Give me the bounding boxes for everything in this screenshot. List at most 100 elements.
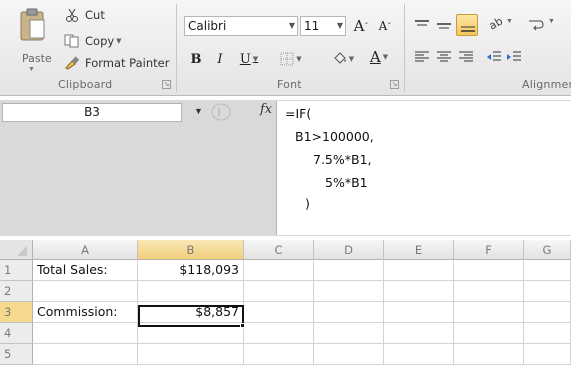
name-box-dropdown-icon[interactable]: ▼ — [194, 106, 203, 116]
cell-e4[interactable] — [384, 323, 454, 344]
align-bottom-button[interactable] — [456, 14, 478, 36]
cell-e2[interactable] — [384, 281, 454, 302]
paste-dropdown-icon[interactable]: ▼ — [28, 66, 35, 73]
cell-f3[interactable] — [454, 302, 524, 323]
formula-input[interactable]: =IF( B1>100000, 7.5%*B1, 5%*B1 ) — [276, 101, 571, 235]
cell-c2[interactable] — [244, 281, 314, 302]
cell-d4[interactable] — [314, 323, 384, 344]
underline-label: U — [239, 51, 251, 67]
wrap-text-icon[interactable] — [528, 18, 544, 32]
insert-function-button[interactable]: fx — [260, 102, 272, 117]
copy-button[interactable]: Copy ▼ — [64, 32, 122, 50]
formula-line: 5%*B1 — [325, 175, 368, 190]
cell-a1[interactable]: Total Sales: — [33, 260, 138, 281]
align-center-icon[interactable] — [436, 50, 452, 64]
italic-button[interactable]: I — [210, 48, 230, 70]
underline-button[interactable]: U ▼ — [234, 48, 264, 70]
cell-e3[interactable] — [384, 302, 454, 323]
borders-button[interactable]: ▼ — [276, 48, 306, 70]
column-header-e[interactable]: E — [384, 240, 454, 260]
borders-dropdown-icon[interactable]: ▼ — [296, 55, 301, 63]
cell-a3[interactable]: Commission: — [33, 302, 138, 323]
cell-b1[interactable]: $118,093 — [138, 260, 244, 281]
column-header-g[interactable]: G — [524, 240, 571, 260]
cell-f5[interactable] — [454, 344, 524, 365]
font-name-dropdown-icon[interactable]: ▼ — [289, 17, 295, 35]
cell-e5[interactable] — [384, 344, 454, 365]
cell-f1[interactable] — [454, 260, 524, 281]
group-divider — [176, 4, 177, 92]
cell-b4[interactable] — [138, 323, 244, 344]
column-header-d[interactable]: D — [314, 240, 384, 260]
clipboard-dialog-launcher-icon[interactable]: ↘ — [162, 80, 171, 89]
align-right-icon[interactable] — [458, 50, 474, 64]
grow-font-button[interactable]: Aˆ — [350, 15, 372, 37]
paste-icon — [20, 8, 45, 41]
cell-d5[interactable] — [314, 344, 384, 365]
fill-handle[interactable] — [240, 323, 245, 328]
underline-dropdown-icon[interactable]: ▼ — [253, 55, 258, 63]
cell-g4[interactable] — [524, 323, 571, 344]
decrease-indent-icon[interactable] — [486, 50, 502, 64]
shrink-font-button[interactable]: Aˇ — [374, 15, 396, 37]
cell-a4[interactable] — [33, 323, 138, 344]
cell-c5[interactable] — [244, 344, 314, 365]
cell-d2[interactable] — [314, 281, 384, 302]
cell-c3[interactable] — [244, 302, 314, 323]
cell-c4[interactable] — [244, 323, 314, 344]
format-painter-button[interactable]: Format Painter — [64, 54, 169, 72]
font-color-label: A — [369, 47, 381, 66]
copy-label: Copy — [85, 34, 115, 48]
cell-e1[interactable] — [384, 260, 454, 281]
formula-bar-resize-handle-icon[interactable] — [210, 103, 232, 121]
cell-g5[interactable] — [524, 344, 571, 365]
cell-a2[interactable] — [33, 281, 138, 302]
column-header-a[interactable]: A — [33, 240, 138, 260]
increase-indent-icon[interactable] — [506, 50, 522, 64]
cell-b2[interactable] — [138, 281, 244, 302]
copy-dropdown-icon[interactable]: ▼ — [116, 37, 121, 45]
formula-line: 7.5%*B1, — [313, 152, 372, 167]
font-dialog-launcher-icon[interactable]: ↘ — [390, 80, 399, 89]
column-header-f[interactable]: F — [454, 240, 524, 260]
cell-c1[interactable] — [244, 260, 314, 281]
orientation-icon[interactable]: ab — [488, 16, 504, 30]
name-box[interactable]: B3 — [2, 103, 182, 122]
select-all-triangle-icon — [17, 246, 27, 256]
cell-b3[interactable]: $8,857 — [138, 302, 244, 323]
column-header-c[interactable]: C — [244, 240, 314, 260]
wrap-text-dropdown-icon[interactable]: ▼ — [548, 18, 555, 25]
row-header-5[interactable]: 5 — [0, 344, 33, 365]
cut-button[interactable]: Cut — [64, 6, 105, 24]
cell-g2[interactable] — [524, 281, 571, 302]
row-header-3[interactable]: 3 — [0, 302, 33, 323]
align-top-icon[interactable] — [414, 18, 430, 32]
font-size-select[interactable]: 11 ▼ — [300, 16, 346, 36]
select-all-corner[interactable] — [0, 240, 33, 260]
align-middle-icon[interactable] — [436, 18, 452, 32]
svg-text:ab: ab — [488, 16, 504, 30]
cell-f4[interactable] — [454, 323, 524, 344]
row-header-1[interactable]: 1 — [0, 260, 33, 281]
ribbon: Paste ▼ Cut Copy ▼ Format Painter Clipbo… — [0, 0, 571, 96]
align-left-icon[interactable] — [414, 50, 430, 64]
bold-button[interactable]: B — [186, 48, 206, 70]
font-color-dropdown-icon[interactable]: ▼ — [383, 53, 388, 61]
cell-d3[interactable] — [314, 302, 384, 323]
orientation-dropdown-icon[interactable]: ▼ — [506, 18, 513, 25]
cell-f2[interactable] — [454, 281, 524, 302]
column-header-b[interactable]: B — [138, 240, 244, 260]
cell-d1[interactable] — [314, 260, 384, 281]
cell-g3[interactable] — [524, 302, 571, 323]
row-header-4[interactable]: 4 — [0, 323, 33, 344]
fill-color-dropdown-icon[interactable]: ▼ — [349, 55, 354, 63]
cell-g1[interactable] — [524, 260, 571, 281]
font-color-button[interactable]: A ▼ — [364, 46, 394, 68]
fill-color-button[interactable]: ▼ — [328, 48, 358, 70]
font-name-select[interactable]: Calibri ▼ — [184, 16, 298, 36]
cell-a5[interactable] — [33, 344, 138, 365]
cell-b5[interactable] — [138, 344, 244, 365]
row-header-2[interactable]: 2 — [0, 281, 33, 302]
copy-icon — [64, 34, 79, 48]
font-size-dropdown-icon[interactable]: ▼ — [337, 17, 343, 35]
